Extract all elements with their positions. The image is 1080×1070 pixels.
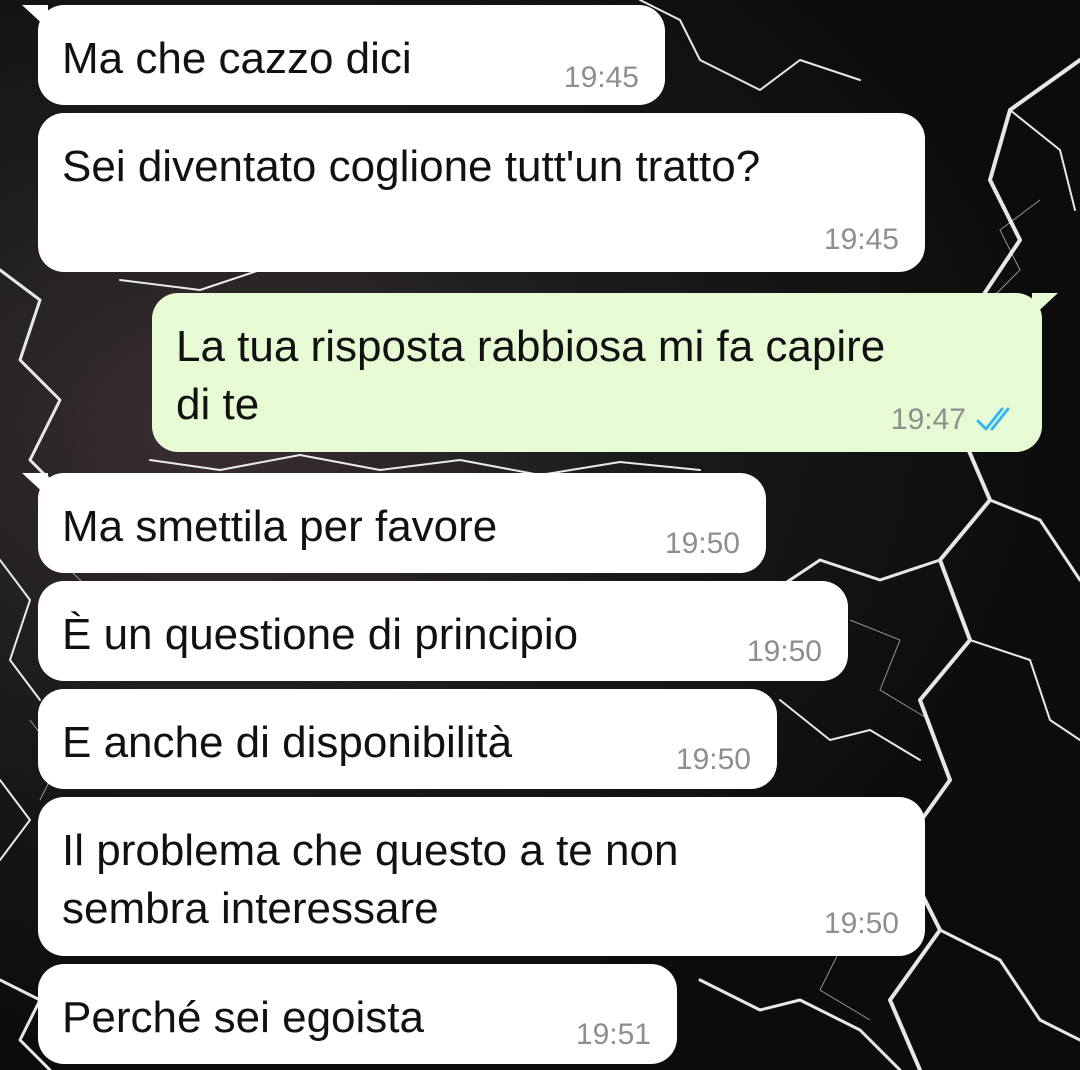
message-text: E anche di disponibilità xyxy=(62,718,513,767)
message-bubble-outgoing[interactable]: La tua risposta rabbiosa mi fa capire di… xyxy=(152,293,1058,452)
message-bubble-incoming[interactable]: E anche di disponibilità 19:50 xyxy=(38,689,777,789)
message-timestamp: 19:45 xyxy=(823,223,899,256)
message-timestamp: 19:47 xyxy=(890,403,966,436)
message-text: Perché sei egoista xyxy=(62,993,424,1042)
message-text: Il problema che questo a te non sembra i… xyxy=(62,826,679,933)
message-text: È un questione di principio xyxy=(62,610,579,659)
message-bubble-incoming[interactable]: Perché sei egoista 19:51 xyxy=(38,964,677,1064)
message-bubble-incoming[interactable]: Ma che cazzo dici 19:45 xyxy=(22,5,665,105)
message-timestamp: 19:50 xyxy=(664,527,740,560)
message-bubble-incoming[interactable]: Ma smettila per favore 19:50 xyxy=(22,473,766,573)
message-text: La tua risposta rabbiosa mi fa capire di… xyxy=(176,322,886,429)
bubble-tail xyxy=(22,5,48,29)
message-bubble-incoming[interactable]: Il problema che questo a te non sembra i… xyxy=(38,797,925,956)
message-timestamp: 19:50 xyxy=(746,635,822,668)
double-check-read-icon xyxy=(976,407,1010,431)
bubble-tail xyxy=(1032,293,1058,317)
message-timestamp: 19:50 xyxy=(675,743,751,776)
message-bubble-incoming[interactable]: È un questione di principio 19:50 xyxy=(38,581,848,681)
message-text: Sei diventato coglione tutt'un tratto? xyxy=(62,142,761,191)
message-text: Ma che cazzo dici xyxy=(62,34,412,83)
message-text: Ma smettila per favore xyxy=(62,502,498,551)
message-timestamp: 19:50 xyxy=(823,907,899,940)
bubble-tail xyxy=(22,473,48,497)
message-bubble-incoming[interactable]: Sei diventato coglione tutt'un tratto? 1… xyxy=(38,113,925,272)
message-timestamp: 19:51 xyxy=(575,1018,651,1051)
message-timestamp: 19:45 xyxy=(563,61,639,94)
